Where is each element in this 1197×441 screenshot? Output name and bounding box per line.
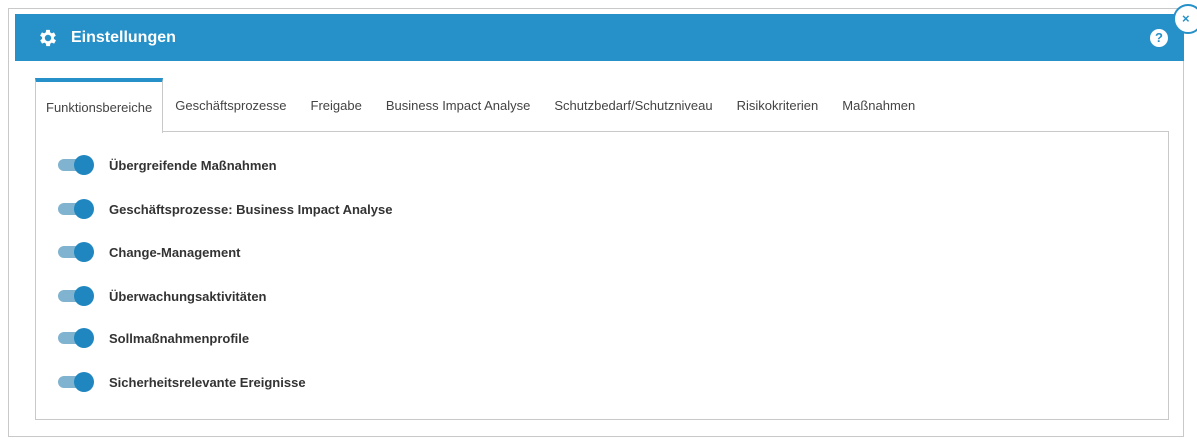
toggle-switch[interactable] (58, 328, 94, 348)
dialog-title: Einstellungen (71, 28, 176, 46)
toggle-row-ueberwachungsaktivitaeten: Überwachungsaktivitäten (58, 285, 267, 307)
toggle-label: Übergreifende Maßnahmen (109, 157, 277, 173)
toggle-row-change-management: Change-Management (58, 241, 240, 263)
toggle-row-sicherheitsrelevante-ereignisse: Sicherheitsrelevante Ereignisse (58, 371, 306, 393)
tab-schutzbedarf[interactable]: Schutzbedarf/Schutzniveau (542, 78, 724, 132)
toggle-switch[interactable] (58, 372, 94, 392)
toggle-row-uebergreifende-massnahmen: Übergreifende Maßnahmen (58, 154, 277, 176)
toggle-switch[interactable] (58, 155, 94, 175)
toggle-label: Überwachungsaktivitäten (109, 288, 267, 304)
help-icon[interactable]: ? (1150, 29, 1168, 47)
toggle-label: Change-Management (109, 244, 241, 260)
gear-icon (37, 27, 59, 49)
settings-tabs: Funktionsbereiche Geschäftsprozesse Frei… (35, 78, 927, 133)
tab-massnahmen[interactable]: Maßnahmen (830, 78, 927, 132)
close-icon[interactable]: × (1173, 4, 1197, 34)
toggle-row-sollmassnahmenprofile: Sollmaßnahmenprofile (58, 327, 249, 349)
toggle-label: Geschäftsprozesse: Business Impact Analy… (109, 201, 393, 217)
tab-risikokriterien[interactable]: Risikokriterien (725, 78, 831, 132)
tab-geschaeftsprozesse[interactable]: Geschäftsprozesse (163, 78, 298, 132)
toggle-label: Sicherheitsrelevante Ereignisse (109, 374, 306, 390)
toggle-switch[interactable] (58, 199, 94, 219)
toggle-switch[interactable] (58, 286, 94, 306)
toggle-row-bia: Geschäftsprozesse: Business Impact Analy… (58, 198, 392, 220)
toggle-switch[interactable] (58, 242, 94, 262)
tab-business-impact-analyse[interactable]: Business Impact Analyse (374, 78, 543, 132)
toggle-label: Sollmaßnahmenprofile (109, 330, 250, 346)
dialog-titlebar: Einstellungen ? (15, 14, 1184, 61)
tab-freigabe[interactable]: Freigabe (299, 78, 374, 132)
tab-funktionsbereiche[interactable]: Funktionsbereiche (35, 78, 164, 133)
